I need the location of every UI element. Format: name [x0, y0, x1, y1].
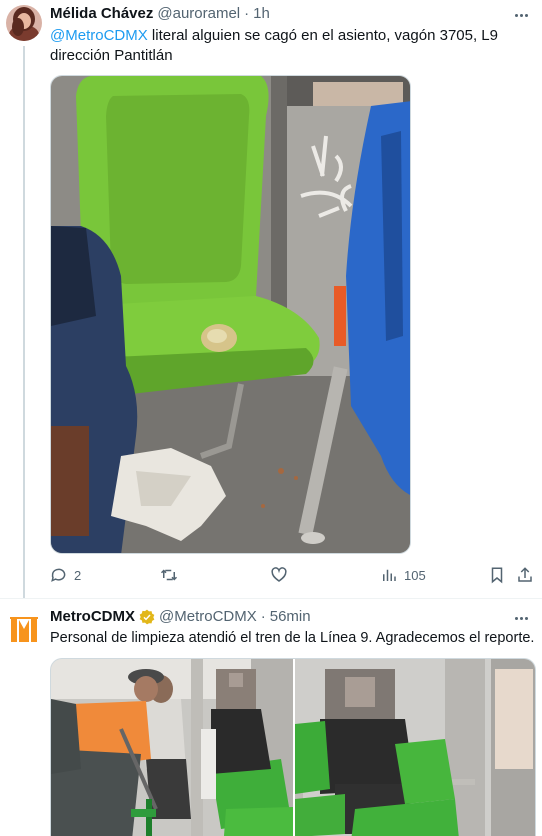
tweet-metrocdmx[interactable]: MetroCDMX @MetroCDMX · 56min Personal de… — [0, 600, 542, 836]
avatar[interactable] — [8, 614, 40, 646]
tweet-photo-grid — [50, 658, 536, 836]
tweet-actions: 2 105 — [50, 566, 532, 586]
timestamp[interactable]: 56min — [270, 608, 311, 625]
reply-button[interactable]: 2 — [50, 566, 81, 584]
tweet-header: Mélida Chávez @auroramel · 1h — [50, 5, 270, 22]
display-name[interactable]: Mélida Chávez — [50, 5, 153, 22]
timestamp[interactable]: 1h — [253, 5, 270, 22]
photo-clean-seats — [295, 659, 535, 836]
display-name[interactable]: MetroCDMX — [50, 608, 135, 625]
verified-badge-icon — [139, 609, 155, 624]
tweet-melida[interactable]: Mélida Chávez @auroramel · 1h @MetroCDMX… — [0, 0, 542, 600]
photo-cleaning-staff — [51, 659, 293, 836]
more-options-button[interactable] — [512, 6, 530, 24]
thread-connector-line — [23, 46, 25, 598]
tweet-photo[interactable] — [50, 75, 411, 554]
reply-icon — [51, 568, 66, 582]
photo-metro-seat — [51, 76, 410, 553]
avatar[interactable] — [6, 5, 42, 41]
bookmark-icon — [491, 567, 503, 584]
tweet-divider — [0, 598, 542, 599]
like-button[interactable] — [270, 566, 294, 584]
tweet-photo[interactable] — [51, 659, 293, 836]
separator: · — [244, 5, 250, 22]
bookmark-button[interactable] — [488, 566, 506, 584]
reply-count: 2 — [74, 567, 82, 583]
mention-link[interactable]: @MetroCDMX — [50, 27, 148, 44]
share-button[interactable] — [516, 566, 534, 584]
more-icon — [514, 13, 518, 17]
views-button[interactable]: 105 — [380, 566, 426, 584]
tweet-text: @MetroCDMX literal alguien se cagó en el… — [50, 26, 532, 66]
view-count: 105 — [404, 567, 426, 583]
tweet-body: Personal de limpieza atendió el tren de … — [50, 630, 535, 646]
tweet-text: Personal de limpieza atendió el tren de … — [50, 628, 535, 648]
handle[interactable]: @MetroCDMX — [159, 608, 257, 625]
tweet-header: MetroCDMX @MetroCDMX · 56min — [50, 608, 311, 625]
more-options-button[interactable] — [512, 609, 530, 627]
avatar-photo — [6, 5, 42, 41]
more-icon — [514, 616, 518, 620]
metro-logo-icon — [8, 614, 40, 646]
retweet-icon — [160, 569, 178, 581]
tweet-photo[interactable] — [295, 659, 535, 836]
heart-icon — [271, 567, 287, 582]
retweet-button[interactable] — [160, 566, 184, 584]
handle[interactable]: @auroramel — [157, 5, 240, 22]
views-icon — [383, 569, 396, 581]
separator: · — [260, 608, 266, 625]
share-icon — [518, 567, 532, 582]
